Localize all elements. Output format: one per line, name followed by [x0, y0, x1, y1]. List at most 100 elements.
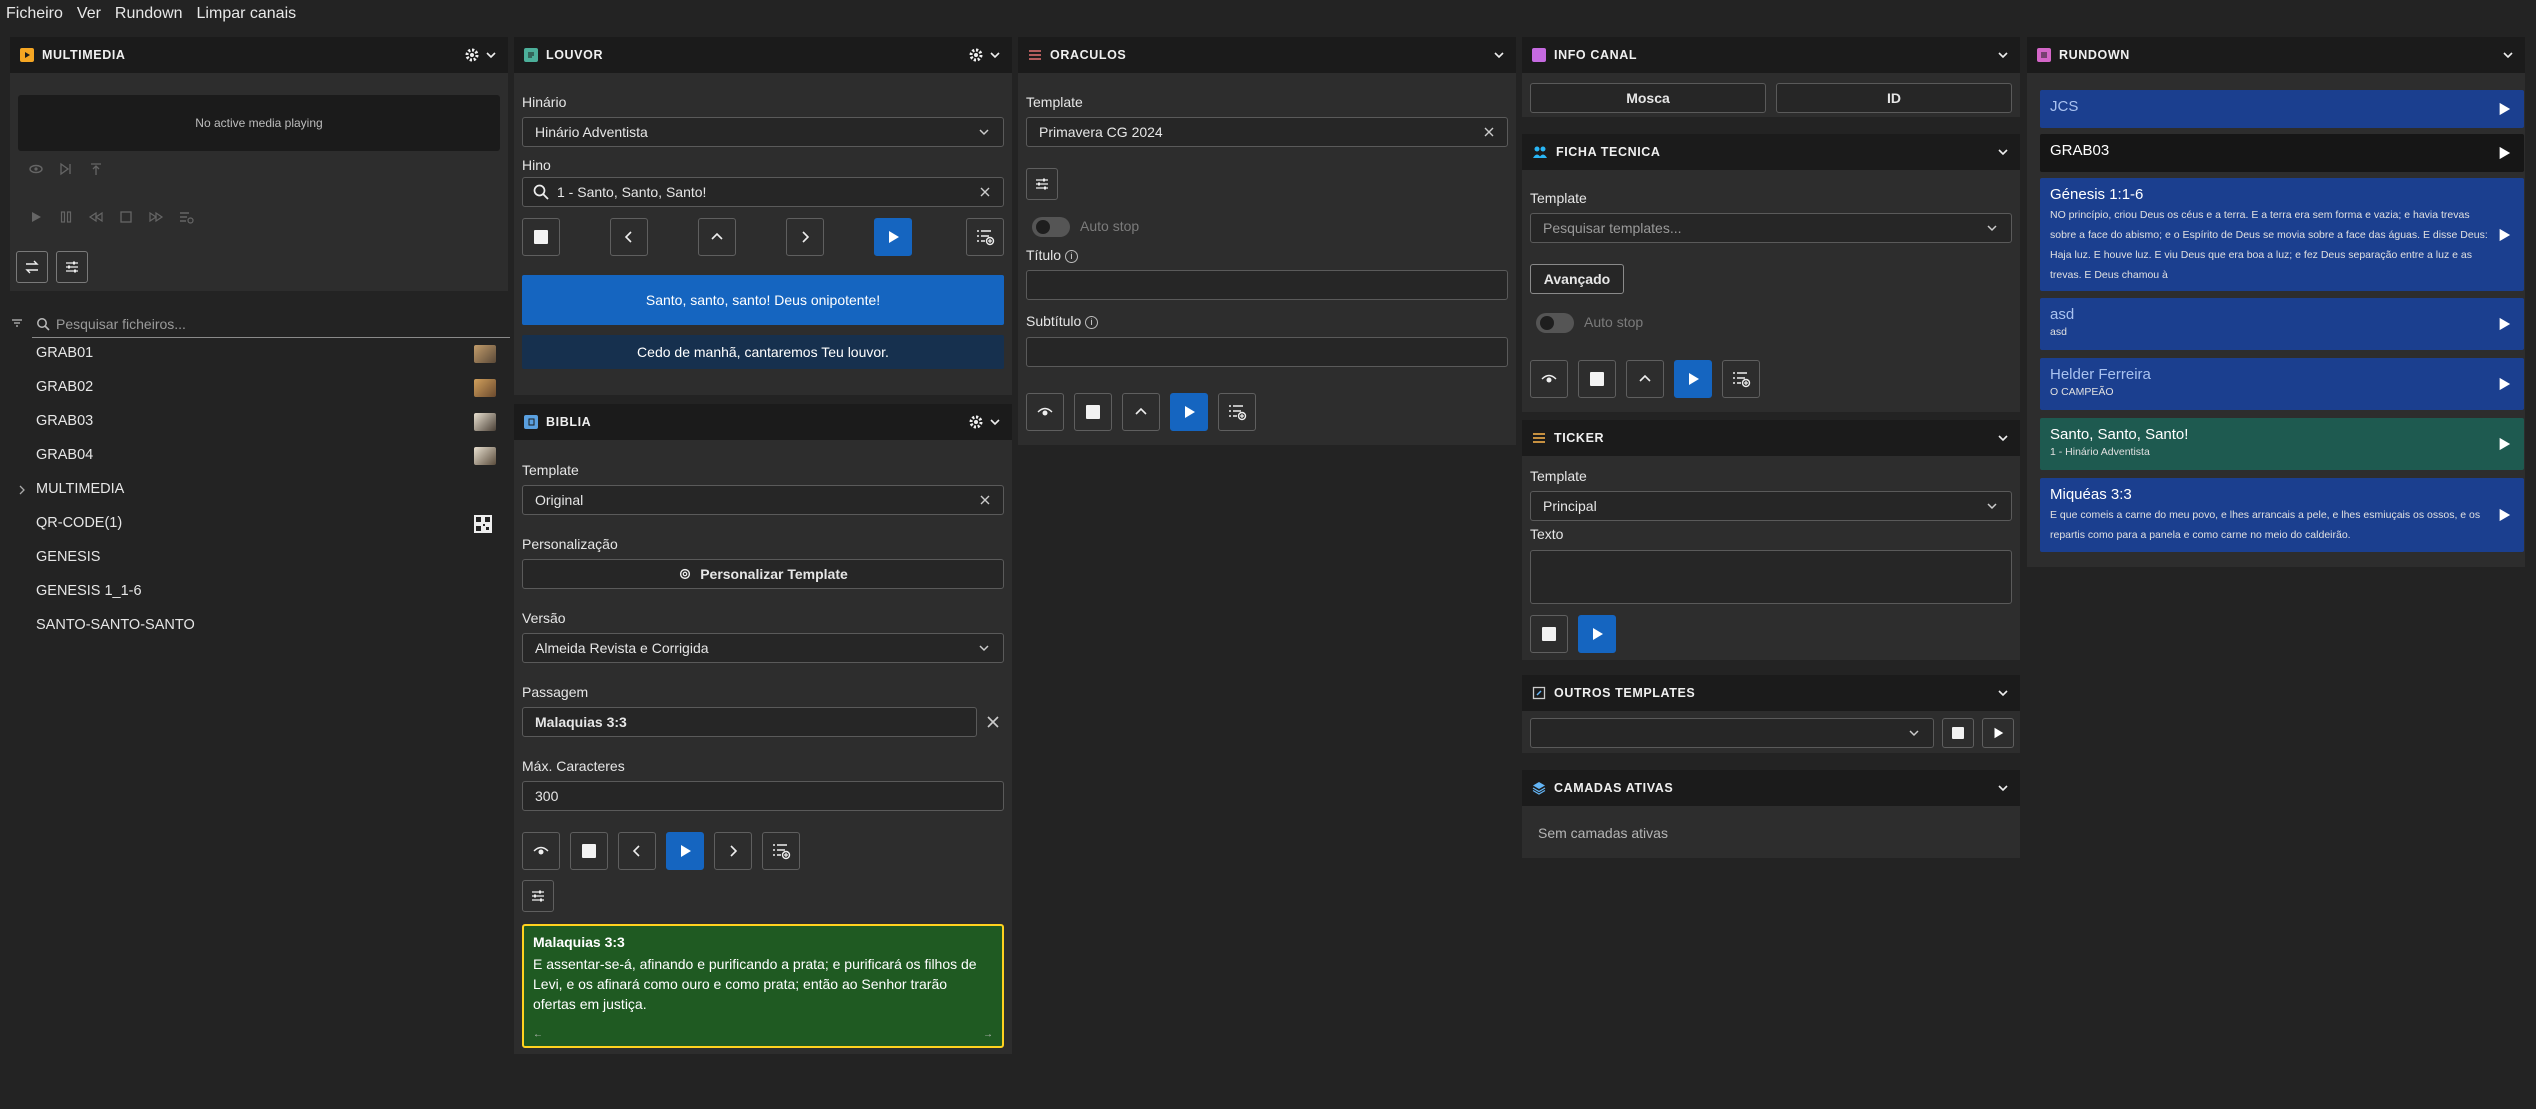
- stop-icon[interactable]: [118, 209, 134, 225]
- titulo-input[interactable]: [1026, 270, 1508, 300]
- play-icon[interactable]: [2494, 426, 2514, 462]
- file-item-grab03[interactable]: GRAB03: [36, 413, 93, 429]
- rundown-item[interactable]: Génesis 1:1-6 NO princípio, criou Deus os…: [2040, 178, 2524, 291]
- play-button[interactable]: [1578, 615, 1616, 653]
- chevron-down-icon[interactable]: [1996, 48, 2010, 62]
- playlist-icon[interactable]: [178, 209, 194, 225]
- filter-icon[interactable]: [10, 316, 24, 330]
- up-button[interactable]: [1626, 360, 1664, 398]
- clear-icon[interactable]: [1483, 126, 1495, 138]
- play-button[interactable]: [666, 832, 704, 870]
- personalizar-template-button[interactable]: Personalizar Template: [522, 559, 1004, 589]
- folder-item-multimedia[interactable]: MULTIMEDIA: [36, 481, 124, 497]
- up-button[interactable]: [1122, 393, 1160, 431]
- rundown-item[interactable]: GRAB03: [2040, 134, 2524, 172]
- play-icon[interactable]: [2494, 366, 2514, 402]
- stop-button[interactable]: [570, 832, 608, 870]
- eye-icon[interactable]: [28, 161, 44, 177]
- play-icon[interactable]: [2494, 142, 2514, 164]
- play-icon[interactable]: [2494, 186, 2514, 283]
- passagem-clear-icon[interactable]: [986, 715, 1000, 729]
- file-item-grab02[interactable]: GRAB02: [36, 379, 93, 395]
- fast-forward-icon[interactable]: [148, 209, 164, 225]
- file-item-qr-code[interactable]: QR-CODE(1): [36, 515, 122, 531]
- verse-preview-box[interactable]: Malaquias 3:3 E assentar-se-á, afinando …: [522, 924, 1004, 1048]
- previous-button[interactable]: [610, 218, 648, 256]
- chevron-down-icon[interactable]: [1996, 431, 2010, 445]
- ficha-template-select[interactable]: Pesquisar templates...: [1530, 213, 2012, 243]
- chevron-down-icon[interactable]: [988, 48, 1002, 62]
- chevron-down-icon[interactable]: [2501, 48, 2515, 62]
- stop-button[interactable]: [1530, 615, 1568, 653]
- tab-mosca[interactable]: Mosca: [1530, 83, 1766, 113]
- biblia-template-field[interactable]: Original: [522, 485, 1004, 515]
- verse-active[interactable]: Santo, santo, santo! Deus onipotente!: [522, 275, 1004, 325]
- file-search-input[interactable]: Pesquisar ficheiros...: [56, 316, 186, 332]
- preview-button[interactable]: [1026, 393, 1064, 431]
- rundown-item[interactable]: Miquéas 3:3 E que comeis a carne do meu p…: [2040, 478, 2524, 552]
- menu-ver[interactable]: Ver: [77, 5, 101, 23]
- chevron-down-icon[interactable]: [1996, 686, 2010, 700]
- menu-ficheiro[interactable]: Ficheiro: [6, 5, 63, 23]
- rewind-icon[interactable]: [88, 209, 104, 225]
- settings-gear-icon[interactable]: [968, 47, 984, 63]
- file-item-grab01[interactable]: GRAB01: [36, 345, 93, 361]
- playlist-add-button[interactable]: [966, 218, 1004, 256]
- auto-stop-toggle[interactable]: [1536, 313, 1574, 333]
- previous-button[interactable]: [618, 832, 656, 870]
- file-item-genesis[interactable]: GENESIS: [36, 549, 100, 565]
- versao-select[interactable]: Almeida Revista e Corrigida: [522, 633, 1004, 663]
- file-item-santo-santo-santo[interactable]: SANTO-SANTO-SANTO: [36, 617, 195, 633]
- outros-template-select[interactable]: [1530, 718, 1934, 748]
- stop-button[interactable]: [522, 218, 560, 256]
- chevron-down-icon[interactable]: [1492, 48, 1506, 62]
- settings-gear-icon[interactable]: [968, 414, 984, 430]
- sliders-button[interactable]: [522, 880, 554, 912]
- rundown-item[interactable]: Santo, Santo, Santo! 1 - Hinário Adventis…: [2040, 418, 2524, 470]
- clear-icon[interactable]: [979, 494, 991, 506]
- stop-button[interactable]: [1074, 393, 1112, 431]
- sliders-button[interactable]: [1026, 168, 1058, 200]
- texto-textarea[interactable]: [1530, 550, 2012, 604]
- ticker-template-select[interactable]: Principal: [1530, 491, 2012, 521]
- tab-id[interactable]: ID: [1776, 83, 2012, 113]
- rundown-item[interactable]: asd asd: [2040, 298, 2524, 350]
- folder-expand-chevron-icon[interactable]: [18, 485, 26, 495]
- chevron-down-icon[interactable]: [484, 48, 498, 62]
- rundown-item[interactable]: JCS: [2040, 90, 2524, 128]
- sliders-button[interactable]: [56, 251, 88, 283]
- upload-icon[interactable]: [88, 161, 104, 177]
- play-button[interactable]: [1982, 718, 2014, 748]
- avancado-button[interactable]: Avançado: [1530, 264, 1624, 294]
- passagem-input[interactable]: Malaquias 3:3: [522, 707, 977, 737]
- play-icon[interactable]: [2494, 486, 2514, 544]
- play-button[interactable]: [1674, 360, 1712, 398]
- prev-arrow[interactable]: ←: [533, 1029, 543, 1040]
- play-button[interactable]: [1170, 393, 1208, 431]
- subtitulo-input[interactable]: [1026, 337, 1508, 367]
- playlist-add-button[interactable]: [1722, 360, 1760, 398]
- next-button[interactable]: [714, 832, 752, 870]
- play-icon[interactable]: [28, 209, 44, 225]
- auto-stop-toggle[interactable]: [1032, 217, 1070, 237]
- play-button[interactable]: [874, 218, 912, 256]
- chevron-down-icon[interactable]: [988, 415, 1002, 429]
- menu-rundown[interactable]: Rundown: [115, 5, 183, 23]
- pause-icon[interactable]: [58, 209, 74, 225]
- play-icon[interactable]: [2494, 98, 2514, 120]
- oraculos-template-field[interactable]: Primavera CG 2024: [1026, 117, 1508, 147]
- next-arrow[interactable]: →: [983, 1029, 993, 1040]
- swap-button[interactable]: [16, 251, 48, 283]
- preview-button[interactable]: [522, 832, 560, 870]
- file-search-box[interactable]: Pesquisar ficheiros...: [32, 310, 510, 338]
- menu-limpar-canais[interactable]: Limpar canais: [197, 5, 297, 23]
- clear-icon[interactable]: [979, 186, 991, 198]
- playlist-add-button[interactable]: [1218, 393, 1256, 431]
- stop-button[interactable]: [1942, 718, 1974, 748]
- chevron-down-icon[interactable]: [1996, 781, 2010, 795]
- chevron-down-icon[interactable]: [1996, 145, 2010, 159]
- hinario-select[interactable]: Hinário Adventista: [522, 117, 1004, 147]
- stop-button[interactable]: [1578, 360, 1616, 398]
- play-next-icon[interactable]: [58, 161, 74, 177]
- max-caracteres-input[interactable]: 300: [522, 781, 1004, 811]
